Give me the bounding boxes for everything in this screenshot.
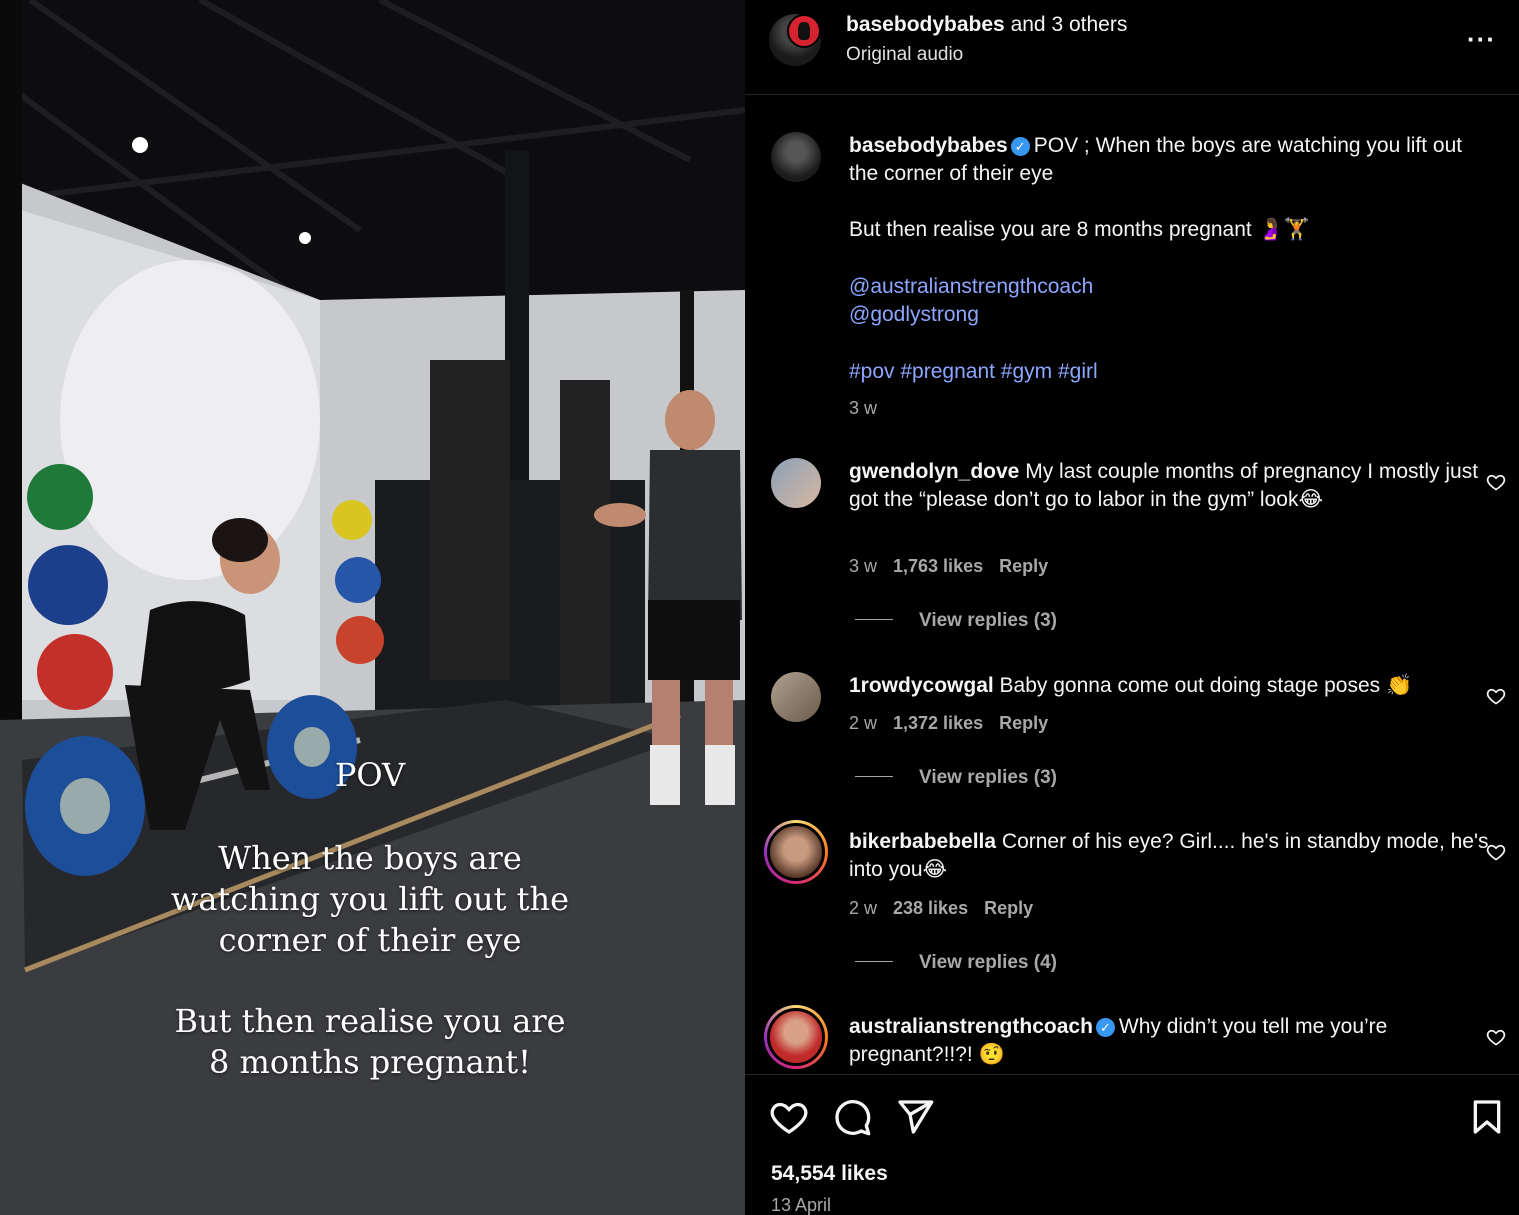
commenter-avatar — [767, 1008, 825, 1066]
verified-badge-icon: ✓ — [1010, 137, 1030, 156]
replies-divider — [855, 961, 893, 962]
comment-username[interactable]: gwendolyn_dove — [849, 460, 1019, 483]
like-heart-icon[interactable] — [769, 1097, 809, 1137]
comment-username[interactable]: bikerbabebella — [849, 830, 996, 853]
comment-likes[interactable]: 238 likes — [893, 898, 968, 918]
caption-text: basebodybabes ✓ POV ; When the boys are wa… — [849, 132, 1489, 188]
commenter-avatar[interactable] — [771, 458, 821, 508]
commenter-avatar[interactable] — [771, 672, 821, 722]
overlay-caption-line1: When the boys are watching you lift out … — [170, 839, 570, 959]
comment-meta: 2 w 238 likes Reply — [849, 898, 1049, 919]
post-authors[interactable]: basebodybabes and 3 others — [846, 13, 1127, 37]
comment-likes[interactable]: 1,372 likes — [893, 713, 983, 733]
comment-time: 2 w — [849, 898, 878, 918]
comment-like-heart-icon[interactable] — [1486, 472, 1506, 492]
replies-divider — [855, 619, 893, 620]
story-ring-avatar[interactable] — [764, 1005, 828, 1069]
comments-scroll-area[interactable]: basebodybabes ✓ POV ; When the boys are wa… — [745, 96, 1519, 1074]
overlay-caption-line2: But then realise you are 8 months pregna… — [174, 1002, 566, 1081]
view-replies-label: View replies (4) — [919, 952, 1057, 973]
post-header: basebodybabes and 3 others Original audi… — [745, 0, 1519, 95]
comment-time: 3 w — [849, 556, 878, 576]
caption-username[interactable]: basebodybabes — [849, 134, 1008, 157]
comment-text: bikerbabebella Corner of his eye? Girl..… — [849, 828, 1489, 884]
comment-text: gwendolyn_dove My last couple months of … — [849, 458, 1489, 514]
comment-username[interactable]: australianstrengthcoach — [849, 1015, 1093, 1038]
comment-meta: 2 w 1,372 likes Reply — [849, 713, 1064, 734]
comment-like-heart-icon[interactable] — [1486, 842, 1506, 862]
verified-badge-icon: ✓ — [1095, 1018, 1115, 1037]
comment-body: Baby gonna come out doing stage poses 👏 — [999, 674, 1413, 697]
more-horizontal-icon[interactable]: ··· — [1467, 24, 1496, 55]
collab-avatar-badge[interactable] — [787, 14, 821, 48]
commenter-avatar — [767, 823, 825, 881]
view-replies-button[interactable]: View replies (4) — [855, 952, 1057, 974]
mention-link-2[interactable]: @godlystrong — [849, 301, 1489, 329]
hashtags[interactable]: #pov #pregnant #gym #girl — [849, 358, 1489, 386]
comment-text: australianstrengthcoach ✓ Why didn’t you t… — [849, 1013, 1489, 1069]
comment-likes[interactable]: 1,763 likes — [893, 556, 983, 576]
reply-button[interactable]: Reply — [999, 556, 1048, 576]
view-replies-label: View replies (3) — [919, 610, 1057, 631]
post-likes-count[interactable]: 54,554 likes — [771, 1162, 888, 1186]
reel-video[interactable]: POV When the boys are watching you lift … — [0, 0, 745, 1215]
reply-button[interactable]: Reply — [984, 898, 1033, 918]
collaborators-link[interactable]: and 3 others — [1011, 13, 1128, 36]
view-replies-button[interactable]: View replies (3) — [855, 610, 1057, 632]
share-paper-plane-icon[interactable] — [895, 1097, 935, 1137]
view-replies-label: View replies (3) — [919, 767, 1057, 788]
story-ring-avatar[interactable] — [764, 820, 828, 884]
mention-link-1[interactable]: @australianstrengthcoach — [849, 273, 1489, 301]
comment-like-heart-icon[interactable] — [1486, 686, 1506, 706]
post-date[interactable]: 13 April — [771, 1195, 831, 1215]
post-panel: basebodybabes and 3 others Original audi… — [745, 0, 1519, 1215]
comment-meta: 3 w 1,763 likes Reply — [849, 556, 1064, 577]
comment-like-heart-icon[interactable] — [1486, 1027, 1506, 1047]
caption-line2: But then realise you are 8 months pregna… — [849, 218, 1310, 241]
replies-divider — [855, 776, 893, 777]
save-bookmark-icon[interactable] — [1467, 1097, 1507, 1137]
view-replies-button[interactable]: View replies (3) — [855, 767, 1057, 789]
comment-username[interactable]: 1rowdycowgal — [849, 674, 994, 697]
comment-text: 1rowdycowgal Baby gonna come out doing s… — [849, 672, 1489, 700]
audio-link[interactable]: Original audio — [846, 44, 963, 66]
author-username[interactable]: basebodybabes — [846, 13, 1005, 36]
caption-time: 3 w — [849, 398, 878, 418]
overlay-pov-text: POV — [334, 756, 406, 794]
post-actions-bar: 54,554 likes 13 April — [745, 1074, 1519, 1215]
caption-avatar[interactable] — [771, 132, 821, 182]
reply-button[interactable]: Reply — [999, 713, 1048, 733]
comment-time: 2 w — [849, 713, 878, 733]
comment-bubble-icon[interactable] — [832, 1097, 872, 1137]
